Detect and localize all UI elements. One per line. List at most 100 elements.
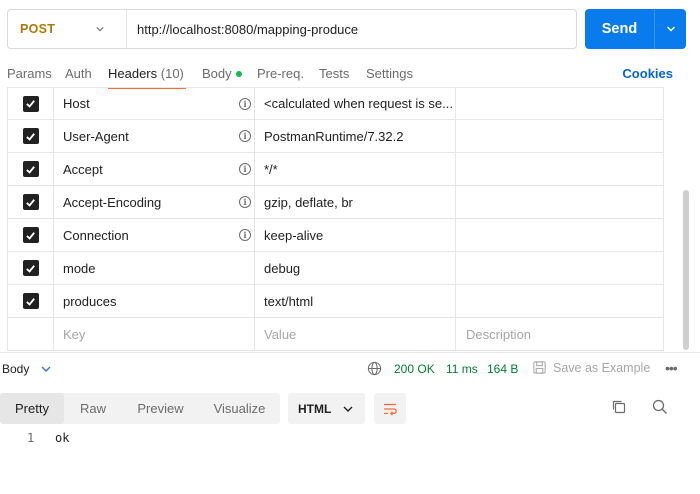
- tab-pretty[interactable]: Pretty: [0, 393, 64, 424]
- checkbox[interactable]: [22, 128, 39, 144]
- tab-body[interactable]: Body: [202, 66, 242, 81]
- new-description-input[interactable]: Description: [456, 318, 663, 350]
- headers-table: Host i <calculated when request is se...…: [7, 87, 664, 351]
- new-header-row: Key Value Description: [8, 318, 663, 351]
- method-label: POST: [20, 22, 56, 36]
- save-icon: [533, 361, 546, 374]
- new-value-input[interactable]: Value: [255, 318, 456, 350]
- header-value[interactable]: text/html: [255, 285, 456, 317]
- info-icon[interactable]: i: [239, 163, 251, 175]
- header-description[interactable]: [456, 252, 663, 284]
- send-button[interactable]: Send: [585, 9, 654, 49]
- more-options-icon[interactable]: •••: [665, 360, 678, 376]
- header-description[interactable]: [456, 186, 663, 218]
- tab-tests[interactable]: Tests: [319, 66, 349, 81]
- tab-headers[interactable]: Headers (10): [108, 66, 184, 81]
- header-value[interactable]: gzip, deflate, br: [255, 186, 456, 218]
- send-options-button[interactable]: [654, 9, 686, 49]
- checkbox-cell: [8, 153, 54, 185]
- info-icon[interactable]: i: [239, 229, 251, 241]
- wrap-lines-icon: [384, 403, 397, 415]
- tab-prereq[interactable]: Pre-req.: [257, 66, 304, 81]
- table-row: User-Agent i PostmanRuntime/7.32.2: [8, 120, 663, 153]
- header-description[interactable]: [456, 120, 663, 152]
- checkbox-cell: [8, 186, 54, 218]
- copy-icon[interactable]: [610, 398, 628, 416]
- header-value[interactable]: PostmanRuntime/7.32.2: [255, 120, 456, 152]
- tab-body-label: Body: [202, 66, 232, 81]
- search-icon[interactable]: [651, 398, 669, 416]
- checkbox-cell: [8, 285, 54, 317]
- tab-auth[interactable]: Auth: [65, 66, 92, 81]
- checkbox[interactable]: [22, 293, 39, 309]
- tab-params[interactable]: Params: [7, 66, 52, 81]
- response-body-dropdown[interactable]: Body: [2, 362, 29, 376]
- header-key[interactable]: Host: [54, 88, 255, 119]
- header-description[interactable]: [456, 285, 663, 317]
- tab-visualize[interactable]: Visualize: [199, 393, 280, 424]
- status-code[interactable]: 200 OK: [394, 362, 435, 376]
- check-icon: [26, 100, 35, 108]
- scrollbar-thumb[interactable]: [683, 190, 689, 350]
- tab-preview[interactable]: Preview: [122, 393, 199, 424]
- info-icon[interactable]: i: [239, 196, 251, 208]
- method-select[interactable]: POST: [8, 10, 127, 48]
- line-number: 1: [27, 431, 35, 445]
- checkbox-cell: [8, 318, 54, 350]
- tab-raw[interactable]: Raw: [64, 393, 122, 424]
- checkbox[interactable]: [22, 194, 39, 210]
- checkbox-cell: [8, 219, 54, 251]
- header-key[interactable]: Accept: [54, 153, 255, 185]
- chevron-down-icon: [343, 406, 353, 412]
- table-row: Accept i */*: [8, 153, 663, 186]
- info-icon[interactable]: i: [239, 130, 251, 142]
- save-as-example-button[interactable]: Save as Example: [553, 361, 650, 375]
- checkbox[interactable]: [22, 161, 39, 177]
- checkbox[interactable]: [22, 95, 39, 112]
- new-key-input[interactable]: Key: [54, 318, 255, 350]
- chevron-down-icon: [96, 27, 104, 32]
- chevron-down-icon: [666, 26, 675, 32]
- check-icon: [26, 297, 35, 306]
- request-tabs: Params Auth Headers (10) Body Pre-req. T…: [0, 60, 700, 90]
- header-value[interactable]: debug: [255, 252, 456, 284]
- check-icon: [26, 165, 35, 174]
- format-select[interactable]: HTML: [288, 393, 365, 424]
- code-line: ok: [55, 431, 70, 445]
- tab-headers-count: (10): [160, 66, 184, 81]
- cookies-link[interactable]: Cookies: [622, 66, 673, 81]
- table-row: Host i <calculated when request is se...: [8, 87, 663, 120]
- check-icon: [26, 264, 35, 273]
- tab-settings[interactable]: Settings: [366, 66, 413, 81]
- tab-headers-label: Headers: [108, 66, 158, 81]
- response-divider: [0, 352, 700, 353]
- checkbox-cell: [8, 120, 54, 152]
- wrap-lines-button[interactable]: [374, 393, 406, 424]
- checkbox-cell: [8, 252, 54, 284]
- check-icon: [26, 231, 35, 240]
- url-input[interactable]: [127, 21, 567, 37]
- header-key[interactable]: mode: [54, 252, 255, 284]
- table-row: Accept-Encoding i gzip, deflate, br: [8, 186, 663, 219]
- header-value[interactable]: */*: [255, 153, 456, 185]
- header-key[interactable]: produces: [54, 285, 255, 317]
- response-view-tabs: Pretty Raw Preview Visualize: [0, 393, 280, 424]
- globe-icon[interactable]: [367, 361, 382, 376]
- check-icon: [26, 132, 35, 141]
- header-description[interactable]: [456, 219, 663, 251]
- header-key[interactable]: User-Agent: [54, 120, 255, 152]
- response-bar: Body 200 OK 11 ms 164 B Save as Example …: [0, 355, 700, 383]
- info-icon[interactable]: i: [239, 98, 251, 110]
- header-key[interactable]: Connection: [54, 219, 255, 251]
- header-value[interactable]: keep-alive: [255, 219, 456, 251]
- chevron-down-icon[interactable]: [41, 365, 51, 373]
- checkbox[interactable]: [22, 227, 39, 243]
- header-value[interactable]: <calculated when request is se...: [255, 88, 456, 119]
- header-description[interactable]: [456, 153, 663, 185]
- response-time[interactable]: 11 ms: [446, 362, 478, 376]
- checkbox[interactable]: [22, 260, 39, 276]
- response-size[interactable]: 164 B: [487, 362, 518, 376]
- header-key[interactable]: Accept-Encoding: [54, 186, 255, 218]
- body-indicator-dot: [235, 71, 242, 77]
- header-description[interactable]: [456, 88, 663, 119]
